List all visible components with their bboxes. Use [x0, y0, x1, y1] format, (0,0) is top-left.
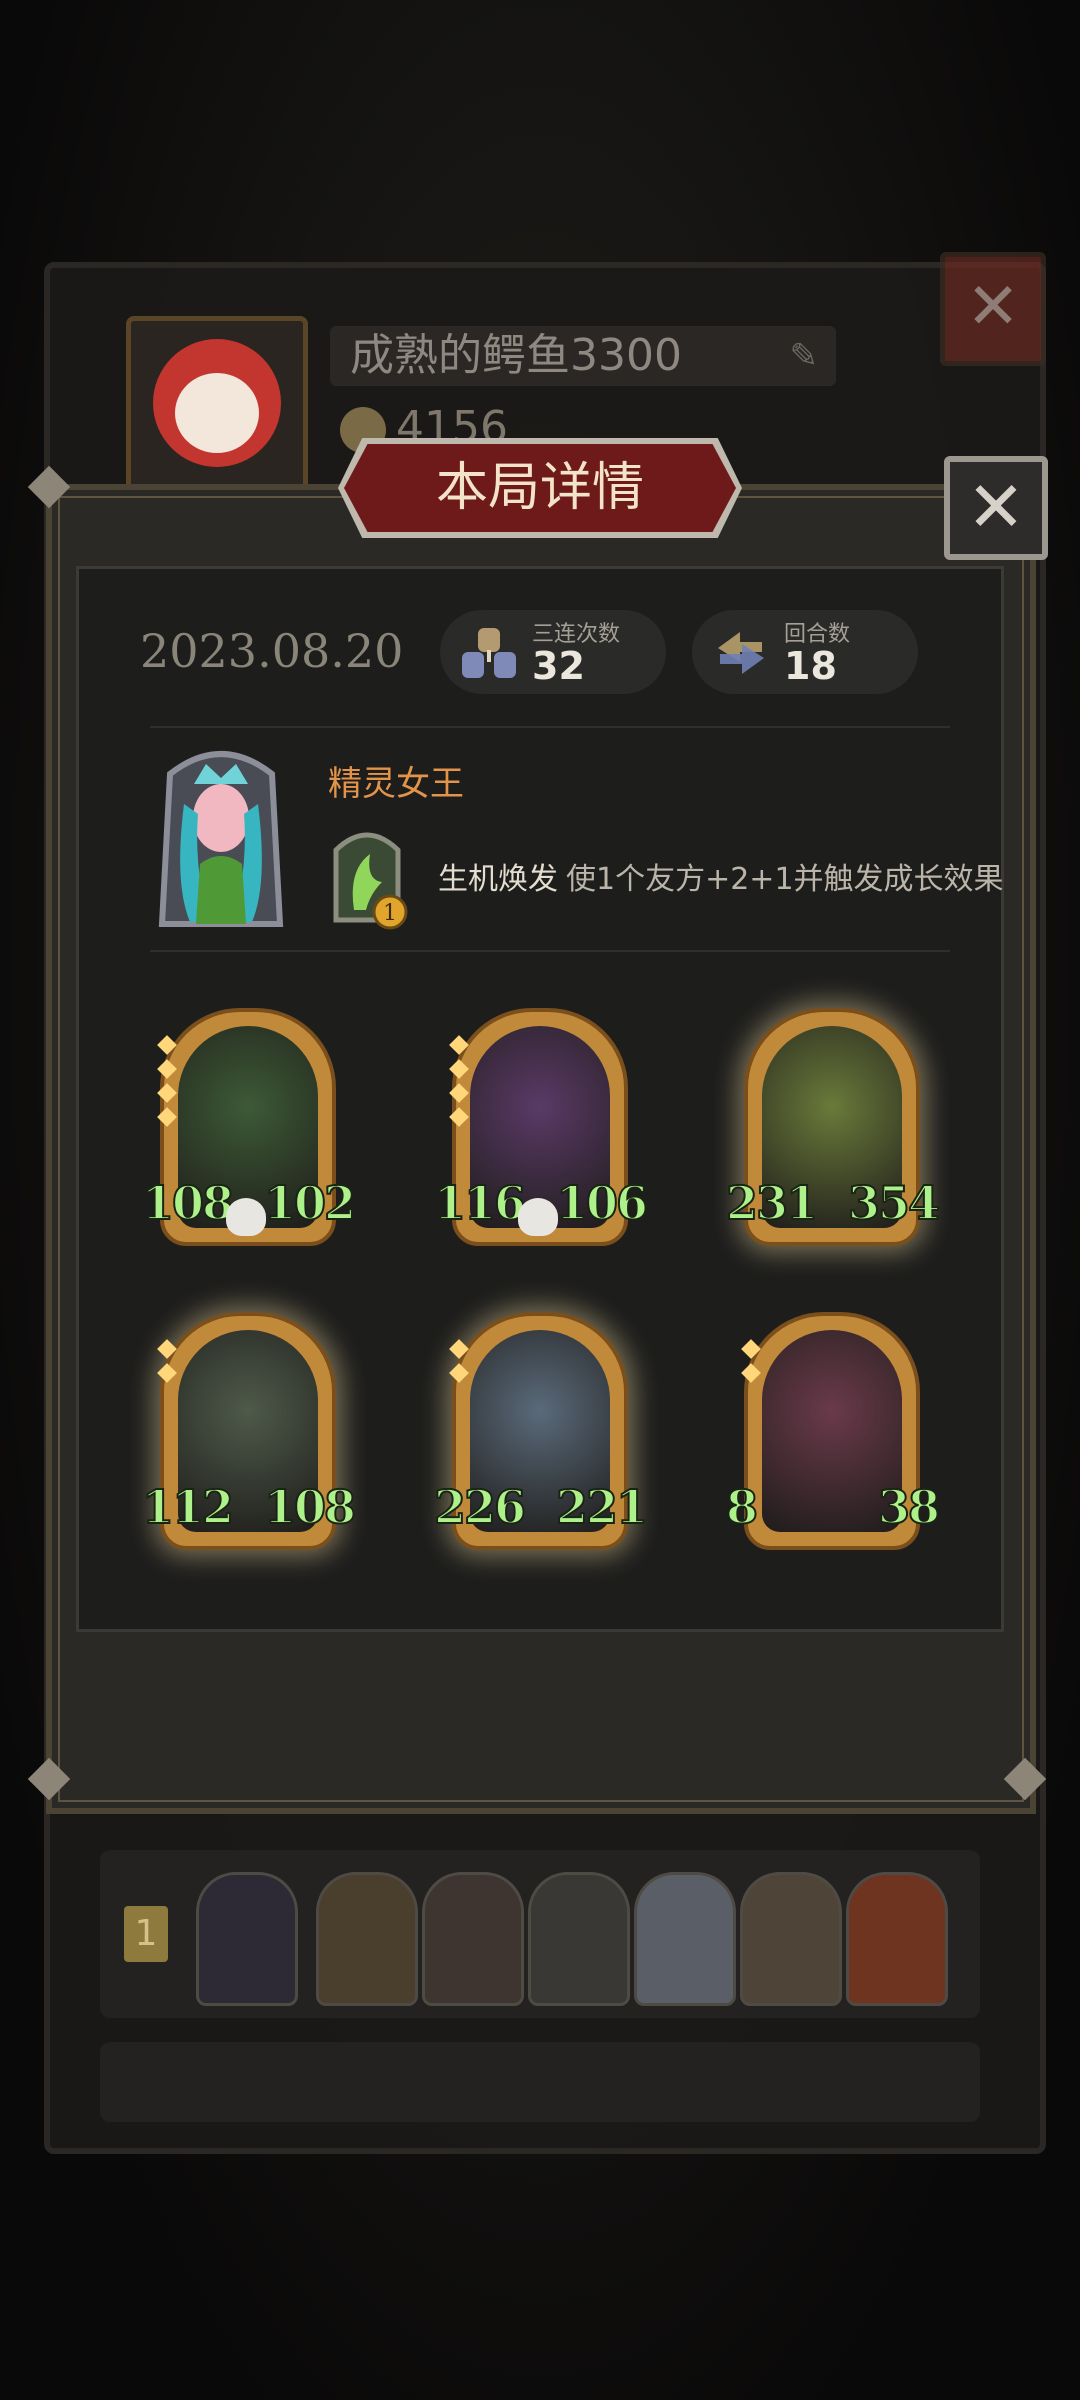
tier-pip-icon [449, 1059, 469, 1079]
skill-cost: 1 [383, 901, 397, 926]
tier-pips [741, 1339, 761, 1390]
rounds-arrows-icon [718, 632, 764, 674]
hero-portrait-elf-queen [158, 751, 284, 927]
tier-pips [157, 1339, 177, 1390]
tier-pip-icon [157, 1363, 177, 1383]
unit-card-jester-clown[interactable]: 8 38 [725, 1312, 941, 1550]
tier-pip-icon [157, 1083, 177, 1103]
rounds-stat: 回合数 18 [692, 610, 918, 694]
tier-pip-icon [741, 1339, 761, 1359]
triple-merge-icon [462, 628, 516, 678]
tier-pips [157, 1035, 177, 1134]
card-attack: 8 [725, 1479, 788, 1540]
card-health: 108 [263, 1479, 357, 1540]
tier-pip-icon [449, 1363, 469, 1383]
tier-pip-icon [157, 1339, 177, 1359]
rank-badge: 1 [124, 1906, 168, 1962]
card-attack: 112 [141, 1479, 235, 1540]
player-name-field: 成熟的鳄鱼3300 ✎ [330, 326, 836, 386]
skill-description: 使1个友方+2+1并触发成长效果 [566, 862, 1004, 897]
hero-skill-icon[interactable]: 1 [326, 820, 408, 930]
match-date: 2023.08.20 [140, 624, 404, 678]
unit-card-armored-knight[interactable]: 226 221 [433, 1312, 649, 1550]
tier-pip-icon [741, 1363, 761, 1383]
tier-pip-icon [449, 1035, 469, 1055]
tier-pip-icon [157, 1035, 177, 1055]
hero-name: 精灵女王 [328, 764, 464, 804]
unit-card-leaf-sprout-kid[interactable]: 231 354 [725, 1008, 941, 1246]
tier-pips [449, 1035, 469, 1134]
divider [150, 950, 950, 952]
profile-close-button: ✕ [940, 252, 1046, 366]
match-history-list: 1 [100, 1850, 980, 2146]
tier-pip-icon [157, 1059, 177, 1079]
dialog-title: 本局详情 [435, 458, 644, 518]
unit-card-flame-bulldog[interactable]: 116 106 [433, 1008, 649, 1246]
tier-pip-icon [449, 1107, 469, 1127]
divider [150, 726, 950, 728]
close-button[interactable]: ✕ [944, 456, 1048, 560]
tier-pip-icon [449, 1339, 469, 1359]
card-health: 354 [847, 1175, 941, 1236]
player-name: 成熟的鳄鱼3300 [350, 330, 682, 381]
skull-icon [226, 1198, 266, 1236]
skull-icon [518, 1198, 558, 1236]
card-attack: 116 [433, 1175, 527, 1236]
card-attack: 108 [141, 1175, 235, 1236]
triple-count-stat: 三连次数 32 [440, 610, 666, 694]
match-history-row [100, 2042, 980, 2122]
card-attack: 226 [433, 1479, 527, 1540]
tier-pips [449, 1339, 469, 1390]
card-health: 106 [555, 1175, 649, 1236]
tier-pip-icon [449, 1083, 469, 1103]
card-health: 102 [263, 1175, 357, 1236]
unit-card-vine-crystal-plant[interactable]: 108 102 [141, 1008, 357, 1246]
card-health: 221 [555, 1479, 649, 1540]
tier-pip-icon [157, 1107, 177, 1127]
hero-skill-text: 生机焕发 使1个友方+2+1并触发成长效果 [438, 854, 1004, 898]
card-health: 38 [876, 1479, 941, 1540]
skill-name: 生机焕发 [438, 862, 558, 897]
edit-pencil-icon: ✎ [789, 336, 819, 376]
card-attack: 231 [725, 1175, 819, 1236]
match-history-row: 1 [100, 1850, 980, 2018]
player-avatar [126, 316, 308, 494]
unit-card-mushroom-spider[interactable]: 112 108 [141, 1312, 357, 1550]
dialog-title-banner: 本局详情 [338, 438, 742, 538]
